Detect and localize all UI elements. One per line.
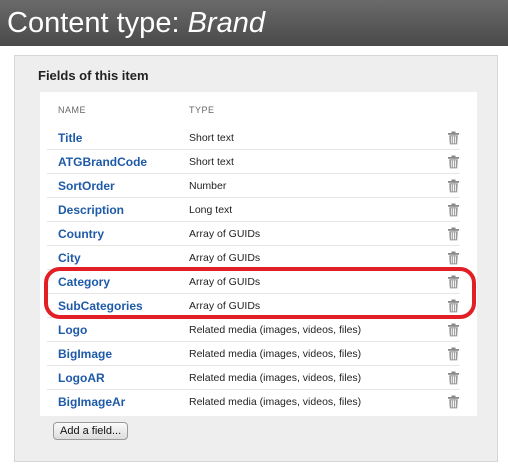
trash-icon[interactable] <box>447 131 460 145</box>
table-row: LogoAR Related media (images, videos, fil… <box>47 366 460 390</box>
field-name-link[interactable]: City <box>58 251 81 265</box>
trash-icon[interactable] <box>447 275 460 289</box>
field-type: Array of GUIDs <box>189 300 261 312</box>
field-list: Title Short text ATGBrandCode Short text Sor… <box>47 126 460 414</box>
field-name-link[interactable]: Logo <box>58 323 87 337</box>
field-type: Short text <box>189 132 234 144</box>
trash-icon[interactable] <box>447 203 460 217</box>
table-row: Description Long text <box>47 198 460 222</box>
page-header: Content type: Brand <box>0 0 508 46</box>
field-name-link[interactable]: Description <box>58 203 124 217</box>
field-type: Short text <box>189 156 234 168</box>
field-type: Number <box>189 180 227 192</box>
field-name-link[interactable]: SubCategories <box>58 299 143 313</box>
trash-icon[interactable] <box>447 155 460 169</box>
field-name-link[interactable]: Title <box>58 131 82 145</box>
trash-icon[interactable] <box>447 347 460 361</box>
field-name-link[interactable]: BigImage <box>58 347 112 361</box>
field-type: Related media (images, videos, files) <box>189 324 362 336</box>
table-row: BigImageAr Related media (images, videos,… <box>47 390 460 414</box>
table-row: SortOrder Number <box>47 174 460 198</box>
table-row: Logo Related media (images, videos, files… <box>47 318 460 342</box>
field-type: Array of GUIDs <box>189 276 261 288</box>
field-name-link[interactable]: Country <box>58 227 104 241</box>
header-prefix: Content type: <box>7 7 188 39</box>
fields-table: NAME TYPE Title Short text ATGBrandCode Sho… <box>40 92 477 416</box>
table-row: Country Array of GUIDs <box>47 222 460 246</box>
column-header-type: TYPE <box>189 105 215 115</box>
section-title: Fields of this item <box>38 68 149 83</box>
field-type: Related media (images, videos, files) <box>189 372 362 384</box>
table-row: City Array of GUIDs <box>47 246 460 270</box>
table-row: ATGBrandCode Short text <box>47 150 460 174</box>
add-field-button[interactable]: Add a field... <box>53 422 129 440</box>
table-row: Title Short text <box>47 126 460 150</box>
table-row: BigImage Related media (images, videos, f… <box>47 342 460 366</box>
field-type: Related media (images, videos, files) <box>189 348 362 360</box>
trash-icon[interactable] <box>447 179 460 193</box>
field-name-link[interactable]: SortOrder <box>58 179 115 193</box>
trash-icon[interactable] <box>447 323 460 337</box>
field-name-link[interactable]: ATGBrandCode <box>58 155 147 169</box>
field-type: Array of GUIDs <box>189 228 261 240</box>
fields-panel: Fields of this item NAME TYPE Title Short… <box>14 55 498 462</box>
field-name-link[interactable]: Category <box>58 275 110 289</box>
trash-icon[interactable] <box>447 371 460 385</box>
field-type: Related media (images, videos, files) <box>189 396 362 408</box>
field-type: Long text <box>189 204 233 216</box>
table-row: Category Array of GUIDs <box>47 270 460 294</box>
trash-icon[interactable] <box>447 395 460 409</box>
content-type-name: Brand <box>187 7 265 39</box>
field-name-link[interactable]: BigImageAr <box>58 395 125 409</box>
trash-icon[interactable] <box>447 299 460 313</box>
column-header-name: NAME <box>58 105 87 115</box>
trash-icon[interactable] <box>447 251 460 265</box>
field-name-link[interactable]: LogoAR <box>58 371 105 385</box>
table-row: SubCategories Array of GUIDs <box>47 294 460 318</box>
field-type: Array of GUIDs <box>189 252 261 264</box>
trash-icon[interactable] <box>447 227 460 241</box>
